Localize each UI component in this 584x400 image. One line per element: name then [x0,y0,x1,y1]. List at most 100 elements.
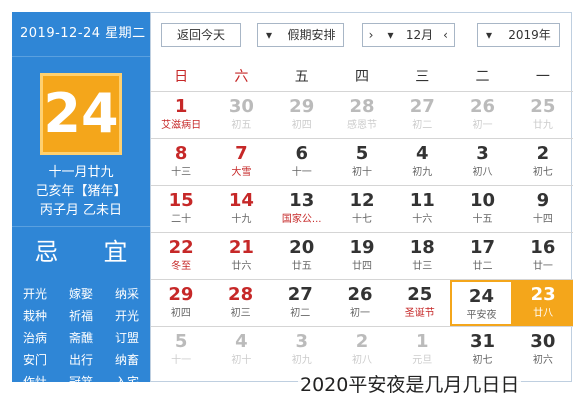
today-button[interactable]: 返回今天 [161,23,241,47]
calendar-day-cell[interactable]: 24 平安夜 [449,280,514,326]
day-subtext: 廿五 [291,261,312,272]
day-number: 14 [228,190,254,211]
day-number: 12 [349,190,375,211]
calendar-day-cell[interactable]: 2 初八 [332,327,392,373]
calendar-day-cell[interactable]: 7 大雪 [211,139,271,185]
calendar-day-cell[interactable]: 27 初二 [270,280,330,326]
weekday-header: 日 六 五 四 三 二 一 [151,63,573,91]
calendar-day-cell[interactable]: 3 初九 [272,327,332,373]
calendar-day-cell[interactable]: 15 二十 [151,186,211,232]
calendar-day-cell[interactable]: 8 十三 [151,139,211,185]
day-subtext: 十七 [351,214,372,225]
calendar-day-cell[interactable]: 2 初七 [513,139,573,185]
calendar-day-cell[interactable]: 12 十七 [332,186,392,232]
day-subtext: 初五 [231,120,252,131]
day-subtext: 大雪 [231,167,252,178]
day-subtext: 十一 [291,167,312,178]
calendar-day-cell[interactable]: 1 元旦 [392,327,452,373]
calendar-day-cell[interactable]: 18 廿三 [392,233,452,279]
calendar-day-cell[interactable]: 31 初七 [452,327,512,373]
day-subtext: 感恩节 [346,120,377,131]
day-number: 19 [349,237,375,258]
calendar-day-cell[interactable]: 17 廿二 [452,233,512,279]
calendar-day-cell[interactable]: 28 初三 [211,280,271,326]
calendar-day-cell[interactable]: 13 国家公... [272,186,332,232]
lunar-date: 十一月廿九 [48,165,114,180]
calendar-day-cell[interactable]: 6 十一 [272,139,332,185]
day-number: 3 [476,143,489,164]
yi-list-2: 纳采 开光 订盟 纳畜 入宅 [115,283,139,393]
day-subtext: 十一 [171,355,192,366]
calendar-panel: 返回今天 ▾ 假期安排 › ▾ 12月 ‹ ▾ 2019年 日 六 五 四 三 … [150,12,574,382]
weekday-sat: 六 [234,69,249,85]
calendar-day-cell[interactable]: 25 圣诞节 [390,280,450,326]
holiday-select[interactable]: 假期安排 [280,23,344,47]
day-number: 5 [355,143,369,164]
calendar-week-row: 8 十三 7 大雪 6 十一 5 初十 4 初九 3 初八 2 初七 [151,138,573,185]
calendar-day-cell[interactable]: 26 初一 [452,92,512,138]
calendar-day-cell[interactable]: 16 廿一 [513,233,573,279]
calendar-day-cell[interactable]: 22 冬至 [151,233,211,279]
calendar-day-cell[interactable]: 25 廿九 [513,92,573,138]
calendar-day-cell[interactable]: 29 初四 [151,280,211,326]
yi-item: 出行 [68,353,93,367]
day-number: 17 [470,237,496,258]
day-subtext: 二十 [171,214,192,225]
yi-item: 祈福 [68,309,93,323]
day-number: 18 [409,237,435,258]
day-subtext: 廿三 [412,261,433,272]
holiday-dropdown-icon[interactable]: ▾ [257,23,281,47]
calendar-day-cell[interactable]: 23 廿八 [513,280,574,326]
calendar-day-cell[interactable]: 20 廿五 [272,233,332,279]
day-subtext: 十三 [171,167,192,178]
day-number: 23 [530,284,556,305]
month-next-icon[interactable]: › [362,23,380,47]
ji-item: 栽种 [22,309,47,323]
day-subtext: 平安夜 [466,310,497,321]
calendar-week-row: 22 冬至 21 廿六 20 廿五 19 廿四 18 廿三 17 廿二 16 廿一 [151,232,573,279]
calendar-week-row: 15 二十 14 十九 13 国家公... 12 十七 11 十六 10 十五 9 十四 [151,185,573,232]
calendar-day-cell[interactable]: 30 初六 [513,327,573,373]
day-number: 27 [409,96,435,117]
calendar-day-cell[interactable]: 9 十四 [513,186,573,232]
calendar-day-cell[interactable]: 30 初五 [211,92,271,138]
day-number: 5 [174,331,188,352]
day-subtext: 廿二 [472,261,493,272]
calendar-day-cell[interactable]: 10 十五 [452,186,512,232]
day-subtext: 廿四 [351,261,372,272]
ji-title: 忌 [34,238,59,266]
calendar-day-cell[interactable]: 29 初四 [272,92,332,138]
calendar-day-cell[interactable]: 27 初二 [392,92,452,138]
calendar-day-cell[interactable]: 11 十六 [392,186,452,232]
day-subtext: 初四 [291,120,312,131]
day-number: 26 [347,284,373,305]
month-prev-icon[interactable]: ‹ [437,23,455,47]
calendar-day-cell[interactable]: 26 初一 [330,280,390,326]
calendar-day-cell[interactable]: 5 初十 [332,139,392,185]
day-number: 26 [470,96,496,117]
weekday-mon: 一 [535,69,550,85]
calendar-week-row: 29 初四 28 初三 27 初二 26 初一 25 圣诞节 24 平安夜 23 廿八 [151,279,574,326]
calendar-day-cell[interactable]: 3 初八 [452,139,512,185]
day-subtext: 十四 [532,214,553,225]
day-subtext: 廿一 [532,261,553,272]
calendar-day-cell[interactable]: 14 十九 [211,186,271,232]
month-dropdown-icon[interactable]: ▾ [379,23,403,47]
calendar-day-cell[interactable]: 21 廿六 [211,233,271,279]
ji-item: 安门 [22,353,47,367]
day-number: 30 [228,96,254,117]
date-sidebar: 2019-12-24 星期二 24 十一月廿九 己亥年【猪年】 丙子月 乙未日 … [12,12,150,389]
calendar-day-cell[interactable]: 4 初九 [392,139,452,185]
month-select[interactable]: 12月 [402,23,438,47]
calendar-day-cell[interactable]: 28 感恩节 [332,92,392,138]
day-subtext: 廿九 [532,120,553,131]
day-subtext: 廿八 [533,308,554,319]
calendar-day-cell[interactable]: 19 廿四 [332,233,392,279]
year-dropdown-icon[interactable]: ▾ [477,23,501,47]
calendar-day-cell[interactable]: 1 艾滋病日 [151,92,211,138]
calendar-day-cell[interactable]: 5 十一 [151,327,211,373]
calendar-day-cell[interactable]: 4 初十 [211,327,271,373]
year-select[interactable]: 2019年 [500,23,560,47]
yi-item: 斋醮 [68,331,93,345]
day-number: 28 [349,96,375,117]
